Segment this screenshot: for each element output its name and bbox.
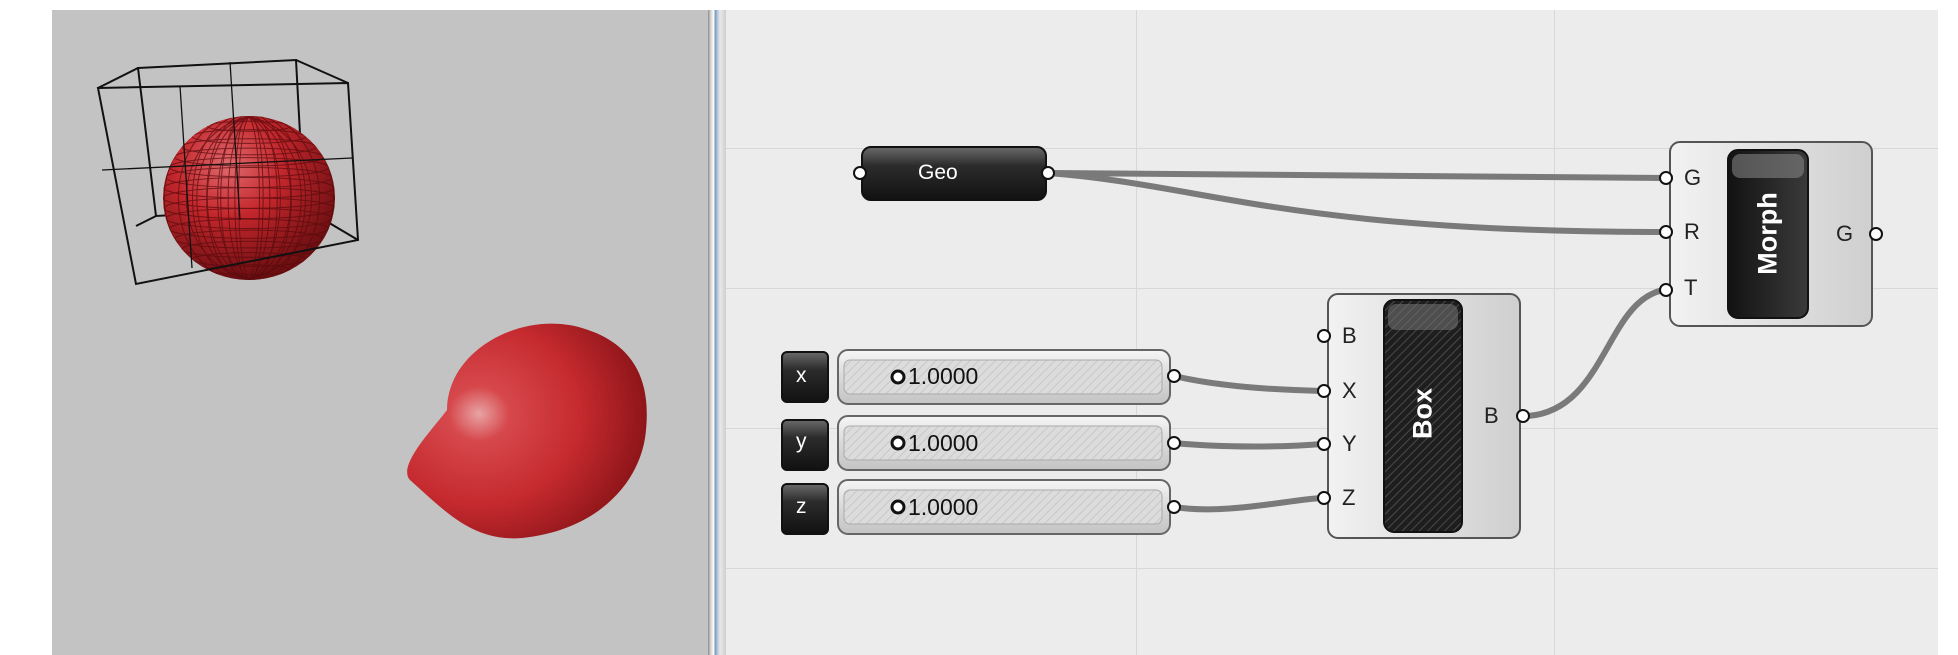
- slider-y-name: y: [796, 430, 807, 453]
- morph-input-r-grip: [1659, 225, 1673, 239]
- geo-param-label: Geo: [918, 161, 958, 184]
- slider-y-knob: [890, 435, 906, 451]
- wire-geo-to-r: [1045, 170, 1667, 235]
- box-input-x-grip: [1317, 384, 1331, 398]
- rhino-viewport[interactable]: [52, 10, 708, 655]
- morph-input-t-label: T: [1684, 275, 1698, 300]
- morphed-sphere[interactable]: [407, 323, 647, 539]
- box-output-b-label: B: [1484, 403, 1499, 428]
- wire-x-to-x: [1171, 373, 1325, 394]
- slider-x[interactable]: [781, 349, 1181, 405]
- morph-input-g-label: G: [1684, 165, 1702, 190]
- morph-input-g-grip: [1659, 171, 1673, 185]
- slider-z-value: 1.0000: [908, 494, 979, 520]
- wire-b-to-t: [1525, 287, 1667, 419]
- geo-input-grip: [853, 166, 867, 180]
- morph-input-r-label: R: [1684, 219, 1700, 244]
- mesh-sphere[interactable]: [163, 116, 335, 280]
- slider-y[interactable]: [781, 415, 1181, 471]
- viewport-scene: [96, 58, 647, 539]
- box-input-x-label: X: [1342, 378, 1357, 403]
- morph-output-g-label: G: [1836, 221, 1854, 246]
- morph-output-g-grip: [1869, 227, 1883, 241]
- slider-z-name: z: [796, 495, 807, 518]
- box-input-y-label: Y: [1342, 431, 1357, 456]
- wire-z-to-z: [1171, 495, 1325, 513]
- grasshopper-canvas[interactable]: Geo x 1.0000 y 1.0000 z 1.0000 B X Y Z B…: [726, 10, 1938, 655]
- box-input-b-grip: [1317, 329, 1331, 343]
- slider-y-value: 1.0000: [908, 430, 979, 456]
- box-input-z-label: Z: [1342, 485, 1356, 510]
- slider-x-value: 1.0000: [908, 363, 979, 389]
- geo-output-grip: [1041, 166, 1055, 180]
- slider-x-knob: [890, 369, 906, 385]
- slider-z-knob: [890, 499, 906, 515]
- box-input-b-label: B: [1342, 323, 1357, 348]
- slider-x-name: x: [796, 364, 807, 387]
- wire-geo-to-g: [1045, 170, 1667, 181]
- morph-component-title: Morph: [1752, 192, 1783, 275]
- box-input-z-grip: [1317, 491, 1331, 505]
- box-input-y-grip: [1317, 437, 1331, 451]
- canvas-graphics: [781, 141, 1883, 539]
- slider-z[interactable]: [781, 479, 1181, 535]
- box-output-b-grip: [1516, 409, 1530, 423]
- wire-y-to-y: [1171, 440, 1325, 450]
- box-component-title: Box: [1407, 388, 1438, 440]
- panel-divider[interactable]: [708, 10, 726, 655]
- morph-input-t-grip: [1659, 283, 1673, 297]
